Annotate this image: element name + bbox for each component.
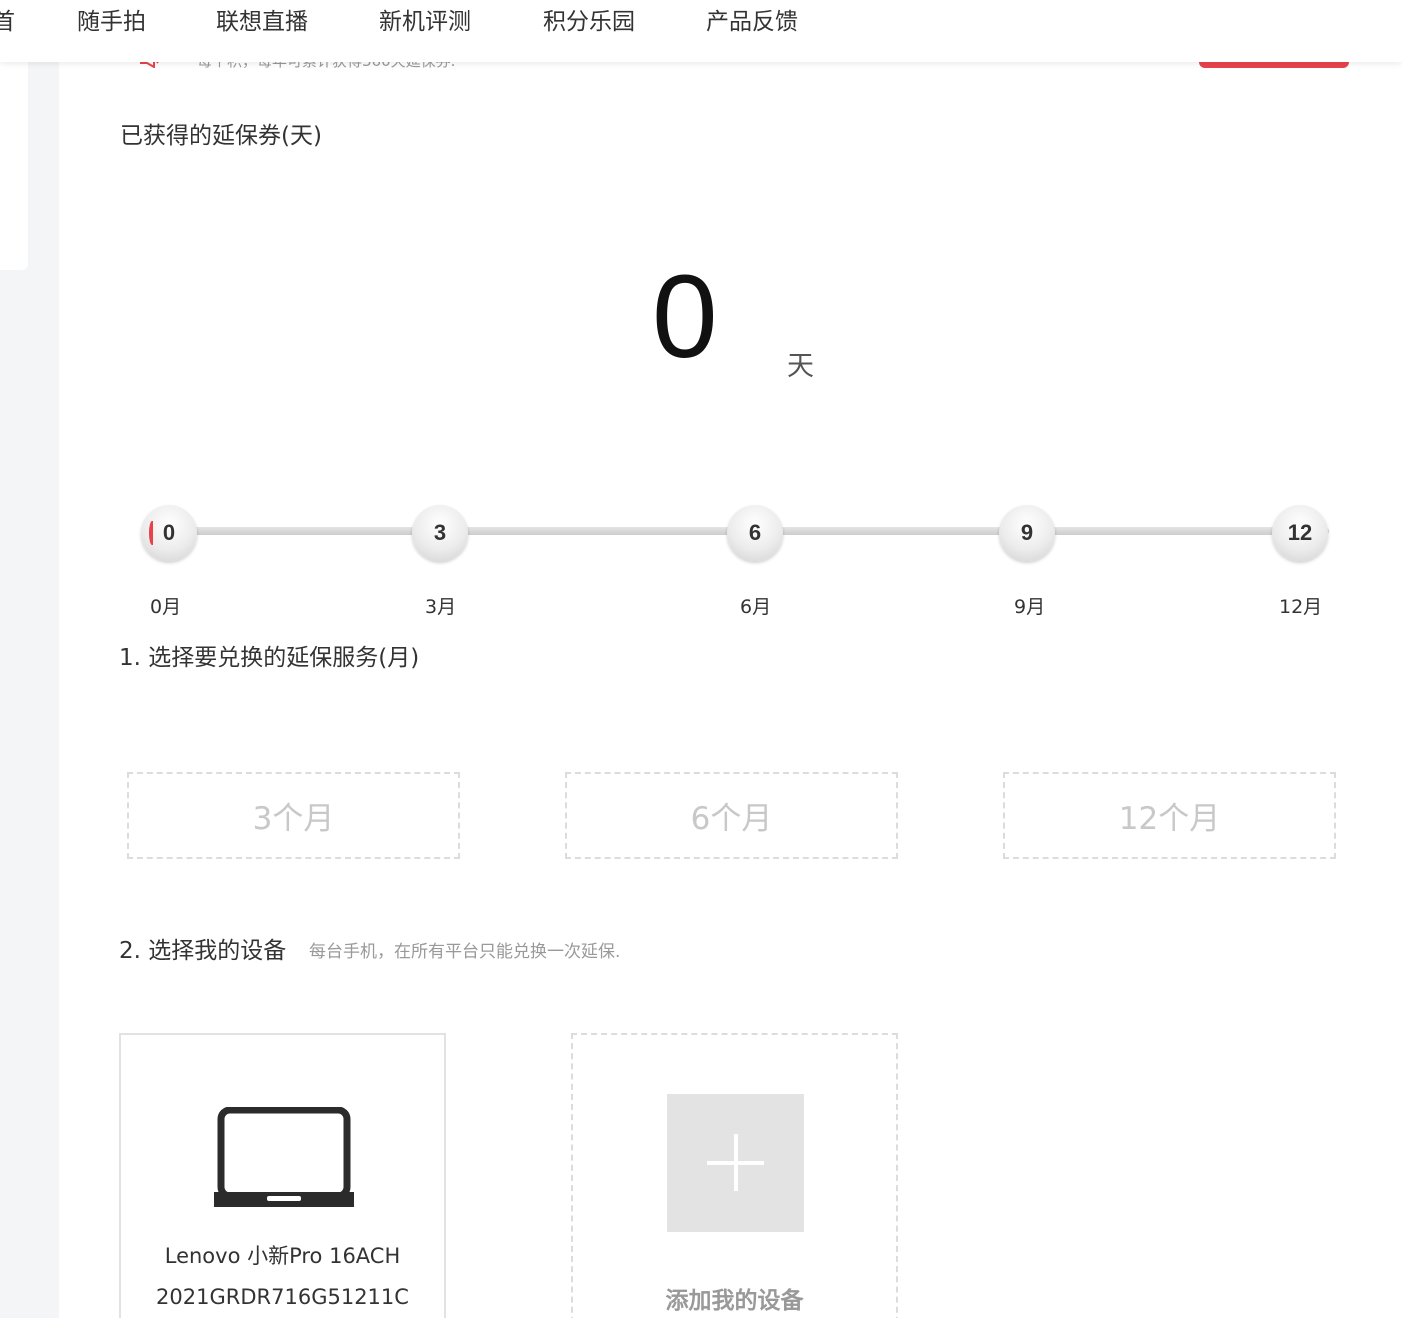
- timeline-month-label: 12月: [1279, 596, 1323, 618]
- option-12-months[interactable]: 12个月: [1003, 772, 1336, 859]
- add-device-card[interactable]: 添加我的设备: [571, 1033, 898, 1318]
- laptop-icon: [214, 1107, 354, 1207]
- nav-item-snapshot[interactable]: 随手拍: [77, 2, 146, 36]
- nav-item-partial[interactable]: 首: [0, 2, 15, 36]
- plus-icon: [667, 1094, 804, 1232]
- earned-title: 已获得的延保券(天): [120, 123, 322, 149]
- timeline-month-label: 9月: [1014, 596, 1046, 618]
- timeline-node-label: 6: [748, 520, 762, 545]
- device-name: Lenovo 小新Pro 16ACH: [164, 1244, 401, 1268]
- nav-item-live[interactable]: 联想直播: [216, 2, 308, 36]
- timeline-node-label: 3: [433, 520, 447, 545]
- main-content: 每个积，每年可累计获得360天延保券. 已获得的延保券(天) 0 天 0 3 6…: [59, 0, 1402, 1318]
- timeline-month-label: 6月: [740, 596, 772, 618]
- timeline-node-6[interactable]: 6: [727, 505, 783, 561]
- nav-item-feedback[interactable]: 产品反馈: [706, 2, 798, 36]
- timeline-node-label: 0: [162, 520, 176, 545]
- step2-note: 每台手机，在所有平台只能兑换一次延保.: [309, 942, 621, 962]
- timeline-month-label: 3月: [425, 596, 457, 618]
- device-serial: 2021GRDR716G51211C: [156, 1285, 409, 1309]
- top-navigation: 首 随手拍 联想直播 新机评测 积分乐园 产品反馈: [0, 0, 1402, 62]
- step2-title: 2. 选择我的设备: [119, 938, 287, 964]
- timeline-node-12[interactable]: 12: [1272, 505, 1328, 561]
- option-3-months[interactable]: 3个月: [127, 772, 460, 859]
- earned-days-value: 0: [652, 251, 718, 383]
- timeline-node-label: 9: [1020, 520, 1034, 545]
- device-card[interactable]: Lenovo 小新Pro 16ACH 2021GRDR716G51211C: [119, 1033, 446, 1318]
- add-device-label: 添加我的设备: [665, 1288, 804, 1314]
- timeline-node-3[interactable]: 3: [412, 505, 468, 561]
- timeline-node-9[interactable]: 9: [999, 505, 1055, 561]
- option-6-months[interactable]: 6个月: [565, 772, 898, 859]
- timeline-node-label: 12: [1287, 520, 1313, 545]
- timeline-node-0[interactable]: 0: [141, 505, 197, 561]
- timeline-month-label: 0月: [150, 596, 182, 618]
- nav-item-reviews[interactable]: 新机评测: [379, 2, 471, 36]
- nav-item-points[interactable]: 积分乐园: [543, 2, 635, 36]
- step1-title: 1. 选择要兑换的延保服务(月): [119, 645, 420, 671]
- earned-days-unit: 天: [787, 351, 814, 382]
- current-marker: [149, 521, 155, 545]
